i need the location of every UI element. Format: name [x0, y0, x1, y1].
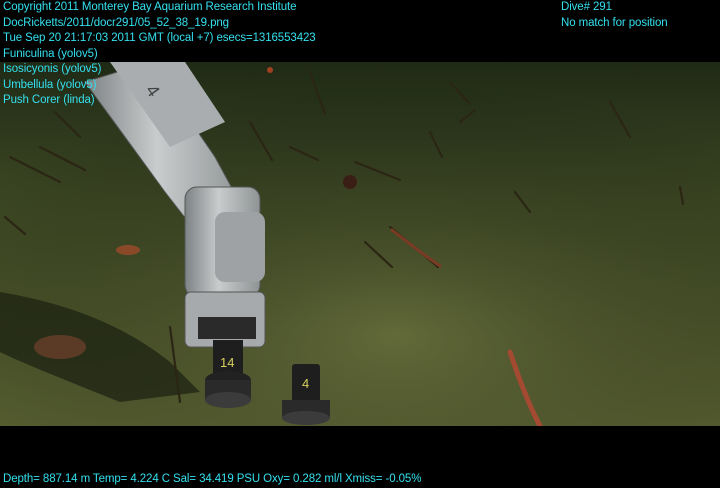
orange-organism: [116, 245, 140, 255]
video-frame: 4 14 4 Copyright 2011 Monterey Bay Aquar…: [0, 0, 720, 486]
seafloor-image: 4 14 4: [0, 62, 720, 426]
detection-label-isosicyonis: Isosicyonis (yolov5): [3, 63, 102, 75]
timestamp-text: Tue Sep 20 21:17:03 2011 GMT (local +7) …: [3, 32, 316, 44]
dark-organism: [343, 175, 357, 189]
corer-label-right: 4: [302, 376, 309, 391]
detection-label-umbellula: Umbellula (yolov5): [3, 78, 97, 91]
filename-text: DocRicketts/2011/docr291/05_52_38_19.png: [3, 16, 229, 29]
copyright-text: Copyright 2011 Monterey Bay Aquarium Res…: [3, 1, 297, 13]
brown-organism: [34, 335, 86, 359]
overlay-top-left: Copyright 2011 Monterey Bay Aquarium Res…: [3, 0, 316, 109]
position-status: No match for position: [561, 16, 668, 29]
corer-label-left: 14: [220, 355, 234, 370]
dive-number: Dive# 291: [561, 1, 612, 13]
detection-label-push-corer: Push Corer (linda): [3, 94, 95, 106]
overlay-top-right: Dive# 291 No match for position: [561, 0, 668, 31]
detection-label-funiculina: Funiculina (yolov5): [3, 47, 98, 60]
seafloor-scene: 4 14 4: [0, 62, 720, 426]
sensor-readout: Depth= 887.14 m Temp= 4.224 C Sal= 34.41…: [3, 473, 422, 485]
